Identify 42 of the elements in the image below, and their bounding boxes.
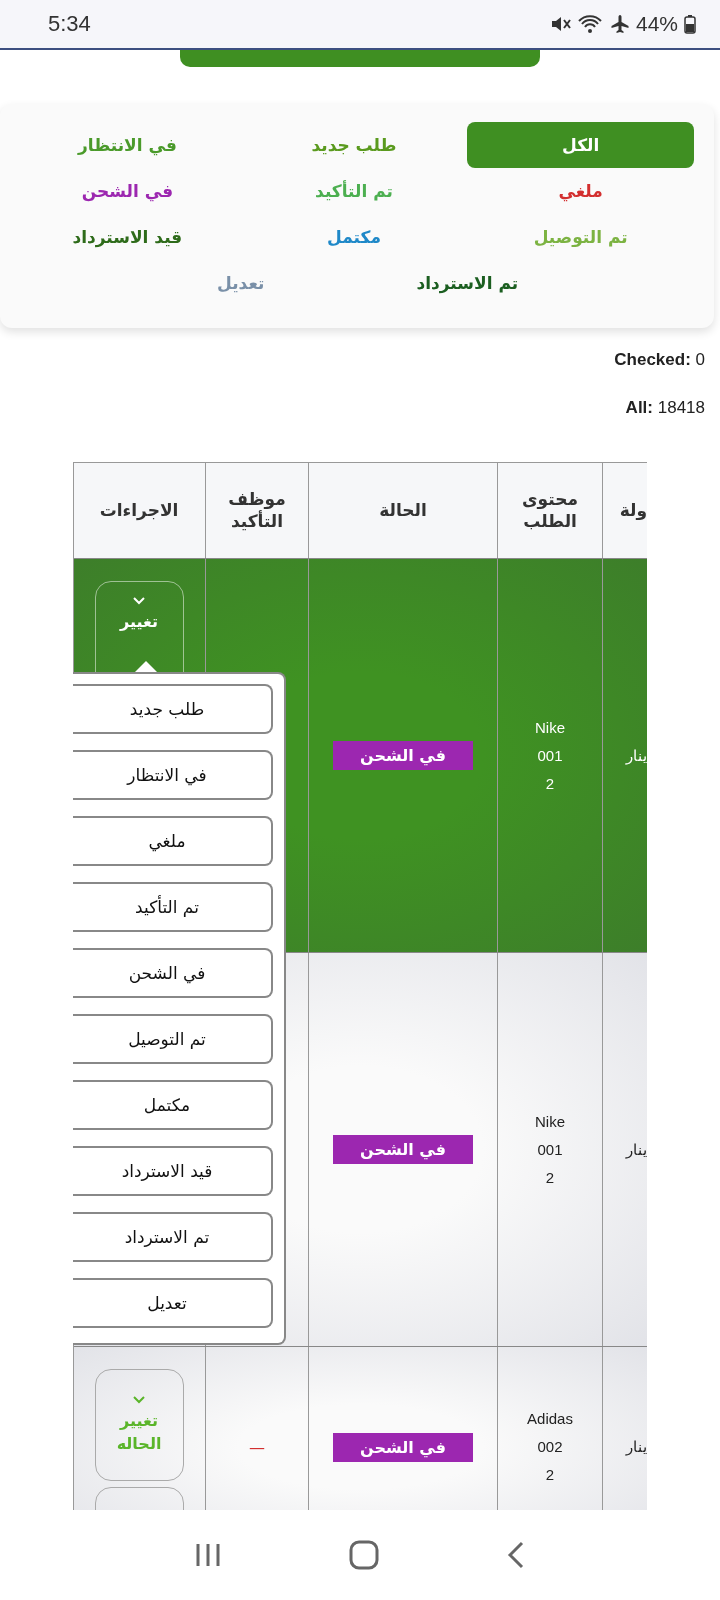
wifi-icon xyxy=(577,14,604,34)
count-text: Checked: 0 xyxy=(614,350,705,370)
menu-option[interactable]: تم التأكيد xyxy=(73,882,273,932)
filter-tab[interactable]: تم الاسترداد xyxy=(354,260,581,306)
menu-option[interactable]: مكتمل xyxy=(73,1080,273,1130)
column-header: الاجراءات xyxy=(99,499,179,522)
home-icon[interactable] xyxy=(349,1540,379,1570)
table-cell: ينار xyxy=(626,1140,647,1159)
menu-option[interactable]: ملغي xyxy=(73,816,273,866)
filter-tab[interactable]: قيد الاسترداد xyxy=(14,214,241,260)
battery-icon xyxy=(684,14,696,34)
column-header: الحالة xyxy=(379,499,427,522)
mute-icon xyxy=(549,14,572,34)
filter-tab[interactable]: الكل xyxy=(467,122,694,168)
filter-tab[interactable]: في الشحن xyxy=(14,168,241,214)
status-badge: في الشحن xyxy=(333,1135,473,1164)
table-cell-text: Adidas 002 2 xyxy=(527,1409,573,1485)
menu-option[interactable]: تعديل xyxy=(73,1278,273,1328)
column-header: موظف التأكيد xyxy=(227,489,287,532)
chevron-down-icon xyxy=(132,1395,146,1405)
status-badge: في الشحن xyxy=(333,741,473,770)
menu-option[interactable]: تم التوصيل xyxy=(73,1014,273,1064)
filter-tab[interactable]: ملغي xyxy=(467,168,694,214)
menu-option[interactable]: في الانتظار xyxy=(73,750,273,800)
chevron-down-icon xyxy=(132,596,146,605)
clock-time: 5:34 xyxy=(48,11,91,37)
table-cell-text: Nike 001 2 xyxy=(535,717,565,794)
table-cell: ينار xyxy=(626,1438,647,1456)
column-header: محتوى الطلب xyxy=(521,489,579,532)
menu-option[interactable]: طلب جديد xyxy=(73,684,273,734)
table-cell: ينار xyxy=(626,746,647,765)
column-header: ولة xyxy=(619,499,647,522)
filter-tab[interactable]: مكتمل xyxy=(240,214,468,260)
airplane-icon xyxy=(609,14,630,34)
table-cell-text: Nike 001 2 xyxy=(535,1111,565,1188)
battery-percent: 44% xyxy=(635,12,678,36)
menu-option[interactable]: تم الاسترداد xyxy=(73,1212,273,1262)
menu-option[interactable]: في الشحن xyxy=(73,948,273,998)
status-badge: في الشحن xyxy=(333,1432,473,1462)
count-text: All: 18418 xyxy=(625,398,705,418)
menu-option[interactable]: قيد الاسترداد xyxy=(73,1146,273,1196)
empty-value-mark: — xyxy=(249,1437,265,1457)
